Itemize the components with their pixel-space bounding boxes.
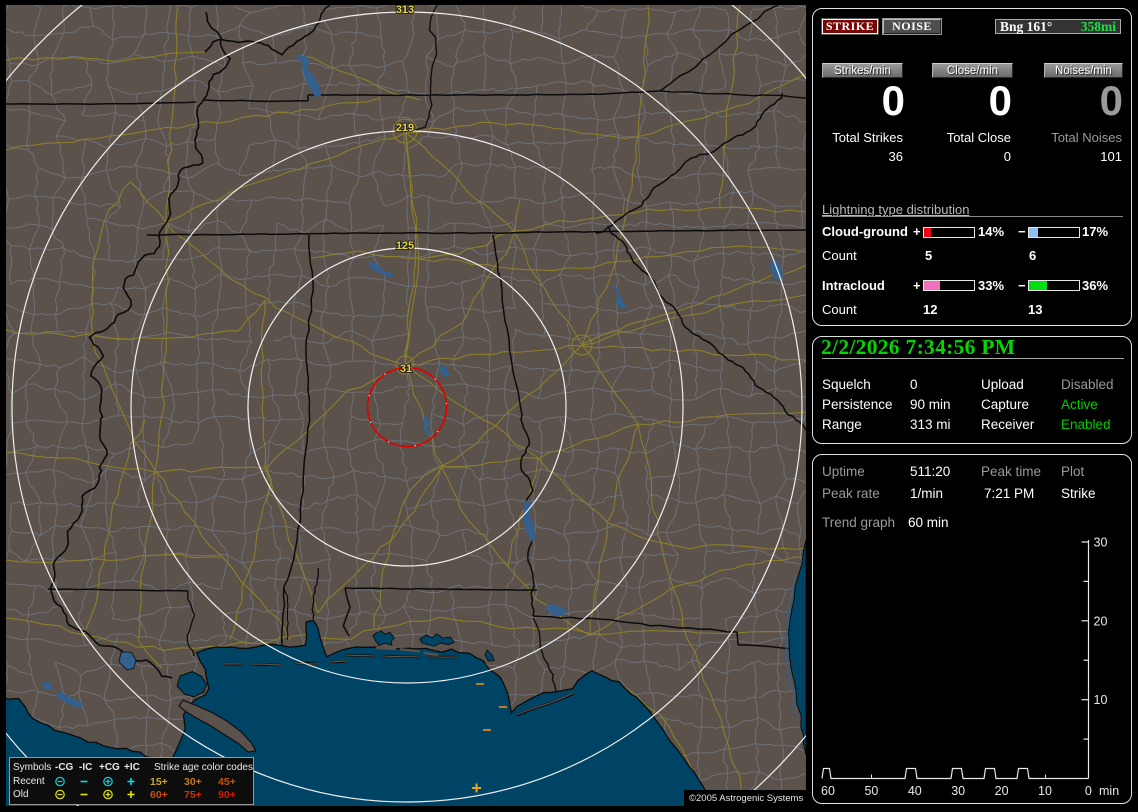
svg-text:40: 40 (908, 784, 922, 798)
svg-text:min: min (1099, 784, 1119, 798)
svg-text:30: 30 (951, 784, 965, 798)
svg-text:60: 60 (821, 784, 835, 798)
svg-text:30: 30 (1094, 536, 1108, 550)
svg-text:10: 10 (1038, 784, 1052, 798)
svg-text:20: 20 (1094, 614, 1108, 628)
svg-text:50: 50 (864, 784, 878, 798)
svg-text:0: 0 (1085, 784, 1092, 798)
svg-text:20: 20 (995, 784, 1009, 798)
svg-text:10: 10 (1094, 693, 1108, 707)
